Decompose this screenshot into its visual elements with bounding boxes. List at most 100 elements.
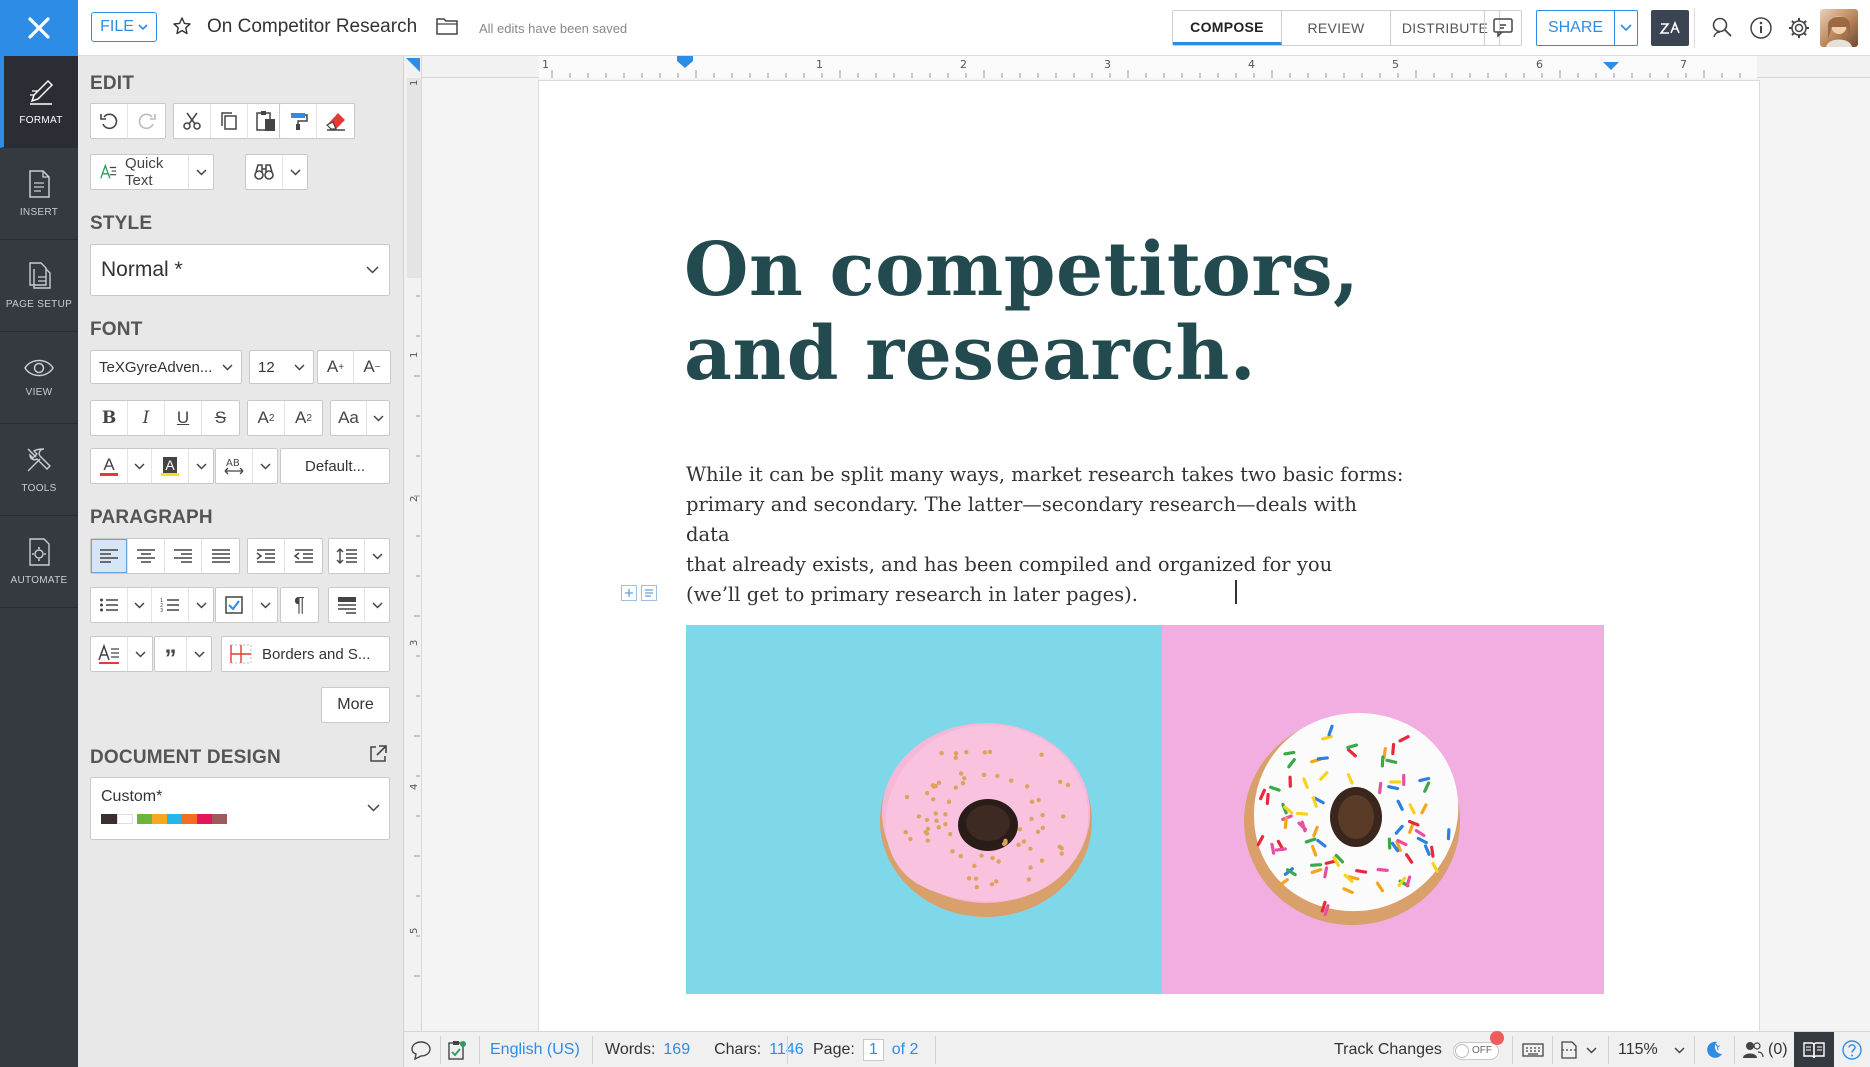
character-spacing-dropdown[interactable] xyxy=(253,449,277,483)
rail-item-format[interactable]: FORMAT xyxy=(0,56,78,148)
align-left-button[interactable] xyxy=(91,539,128,573)
grow-font-button[interactable]: A + xyxy=(318,351,354,383)
numbered-list-button[interactable]: 123 xyxy=(152,588,189,622)
checklist-dropdown[interactable] xyxy=(253,588,277,622)
text-effects-button[interactable] xyxy=(91,637,128,671)
align-right-button[interactable] xyxy=(165,539,202,573)
tab-review[interactable]: REVIEW xyxy=(1282,11,1391,45)
more-options-button[interactable]: More xyxy=(321,687,390,723)
rail-item-automate[interactable]: AUTOMATE xyxy=(0,516,78,608)
line-spacing-dropdown[interactable] xyxy=(365,539,389,573)
block-options-button[interactable] xyxy=(641,585,657,601)
superscript-button[interactable]: A2 xyxy=(248,401,285,435)
clear-format-button[interactable] xyxy=(317,104,354,138)
keyboard-button[interactable] xyxy=(1522,1032,1544,1067)
text-effects-dropdown[interactable] xyxy=(128,637,152,671)
help-button[interactable] xyxy=(1842,1032,1862,1067)
italic-button[interactable]: I xyxy=(128,401,165,435)
collaborators-button[interactable]: (0) xyxy=(1742,1032,1788,1067)
highlight-color-dropdown[interactable] xyxy=(189,449,213,483)
folder-button[interactable] xyxy=(436,17,458,35)
document-paragraph[interactable]: While it can be split many ways, market … xyxy=(686,460,1406,610)
track-changes-toggle[interactable]: OFF xyxy=(1453,1031,1504,1060)
share-dropdown[interactable] xyxy=(1615,11,1637,45)
highlight-color-button[interactable]: A xyxy=(152,449,189,483)
justify-button[interactable] xyxy=(202,539,239,573)
word-count[interactable]: Words: 169 Chars: 1146 xyxy=(605,1032,804,1067)
borders-and-shading-button[interactable]: Borders and S... xyxy=(221,636,390,672)
font-color-dropdown[interactable] xyxy=(128,449,152,483)
bullet-list-button[interactable] xyxy=(91,588,128,622)
document-title[interactable]: On Competitor Research xyxy=(207,16,417,38)
add-block-button[interactable] xyxy=(621,585,637,601)
quote-dropdown[interactable] xyxy=(187,637,211,671)
paragraph-settings-dropdown[interactable] xyxy=(365,588,389,622)
settings-button[interactable] xyxy=(1780,10,1818,46)
search-button[interactable] xyxy=(1703,10,1741,46)
document-status-button[interactable] xyxy=(447,1032,467,1067)
increase-indent-button[interactable] xyxy=(248,539,285,573)
rail-item-insert[interactable]: INSERT xyxy=(0,148,78,240)
find-dropdown[interactable] xyxy=(283,155,307,189)
favorite-star-button[interactable] xyxy=(172,16,192,36)
document-design-select[interactable]: Custom* xyxy=(90,777,390,840)
align-center-button[interactable] xyxy=(128,539,165,573)
rail-item-page-setup[interactable]: PAGE SETUP xyxy=(0,240,78,332)
change-case-dropdown[interactable] xyxy=(367,401,389,435)
cut-button[interactable] xyxy=(174,104,211,138)
numbered-list-dropdown[interactable] xyxy=(189,588,213,622)
bold-button[interactable]: B xyxy=(91,401,128,435)
quick-text-button[interactable]: Quick Text xyxy=(91,155,189,189)
redo-button[interactable] xyxy=(128,104,165,138)
zoom-selector[interactable]: 115% xyxy=(1618,1032,1685,1067)
format-painter-button[interactable] xyxy=(280,104,317,138)
language-selector[interactable]: English (US) xyxy=(490,1032,580,1067)
quote-button[interactable]: ” xyxy=(155,637,187,672)
share-button[interactable]: SHARE xyxy=(1536,10,1638,46)
bullet-list-dropdown[interactable] xyxy=(128,588,152,622)
quick-text-dropdown[interactable] xyxy=(189,155,213,189)
style-select[interactable]: Normal * xyxy=(90,244,390,296)
open-design-button[interactable] xyxy=(368,744,388,764)
file-menu-button[interactable]: FILE xyxy=(91,12,157,42)
undo-button[interactable] xyxy=(91,104,128,138)
reading-mode-button[interactable] xyxy=(1794,1032,1834,1067)
page-layout-button[interactable] xyxy=(1560,1032,1597,1067)
show-formatting-marks-button[interactable]: ¶ xyxy=(281,588,318,622)
comments-button[interactable] xyxy=(1484,10,1522,46)
vertical-ruler[interactable]: 1 1 2 3 4 5 xyxy=(404,56,422,1031)
tab-compose[interactable]: COMPOSE xyxy=(1173,11,1282,45)
subscript-button[interactable]: A2 xyxy=(285,401,322,435)
rail-item-tools[interactable]: TOOLS xyxy=(0,424,78,516)
strikethrough-button[interactable]: S xyxy=(202,401,239,435)
character-spacing-button[interactable]: AB xyxy=(216,449,253,483)
find-replace-button[interactable] xyxy=(246,155,283,189)
donut-photo[interactable] xyxy=(686,625,1604,994)
decrease-indent-button[interactable] xyxy=(285,539,322,573)
info-button[interactable] xyxy=(1742,10,1780,46)
font-color-button[interactable]: A xyxy=(91,449,128,483)
change-case-button[interactable]: Aa xyxy=(331,401,367,435)
paste-icon xyxy=(256,111,275,131)
rail-item-view[interactable]: VIEW xyxy=(0,332,78,424)
night-mode-button[interactable] xyxy=(1704,1032,1724,1067)
h-ruler-label: 1 xyxy=(542,58,549,71)
default-font-button[interactable]: Default... xyxy=(280,448,390,484)
user-avatar[interactable] xyxy=(1820,9,1858,47)
save-status: All edits have been saved xyxy=(479,21,628,36)
line-spacing-button[interactable] xyxy=(329,539,365,573)
tab-distribute[interactable]: DISTRIBUTE xyxy=(1391,11,1499,45)
paragraph-settings-button[interactable] xyxy=(329,588,365,622)
zia-assistant-button[interactable] xyxy=(1651,10,1689,46)
close-button[interactable] xyxy=(0,0,78,56)
shrink-font-button[interactable]: A − xyxy=(354,351,390,383)
underline-button[interactable]: U xyxy=(165,401,202,435)
page-number-input[interactable]: 1 xyxy=(862,1039,884,1061)
copy-button[interactable] xyxy=(211,104,248,138)
font-family-select[interactable]: TeXGyreAdven... xyxy=(90,350,242,384)
chat-button[interactable] xyxy=(410,1032,432,1067)
document-heading[interactable]: On competitors, and research. xyxy=(684,228,1384,396)
font-size-select[interactable]: 12 xyxy=(249,350,314,384)
horizontal-ruler[interactable]: 1 1 2 3 4 5 6 7 xyxy=(422,56,1870,78)
checklist-button[interactable] xyxy=(216,588,253,622)
